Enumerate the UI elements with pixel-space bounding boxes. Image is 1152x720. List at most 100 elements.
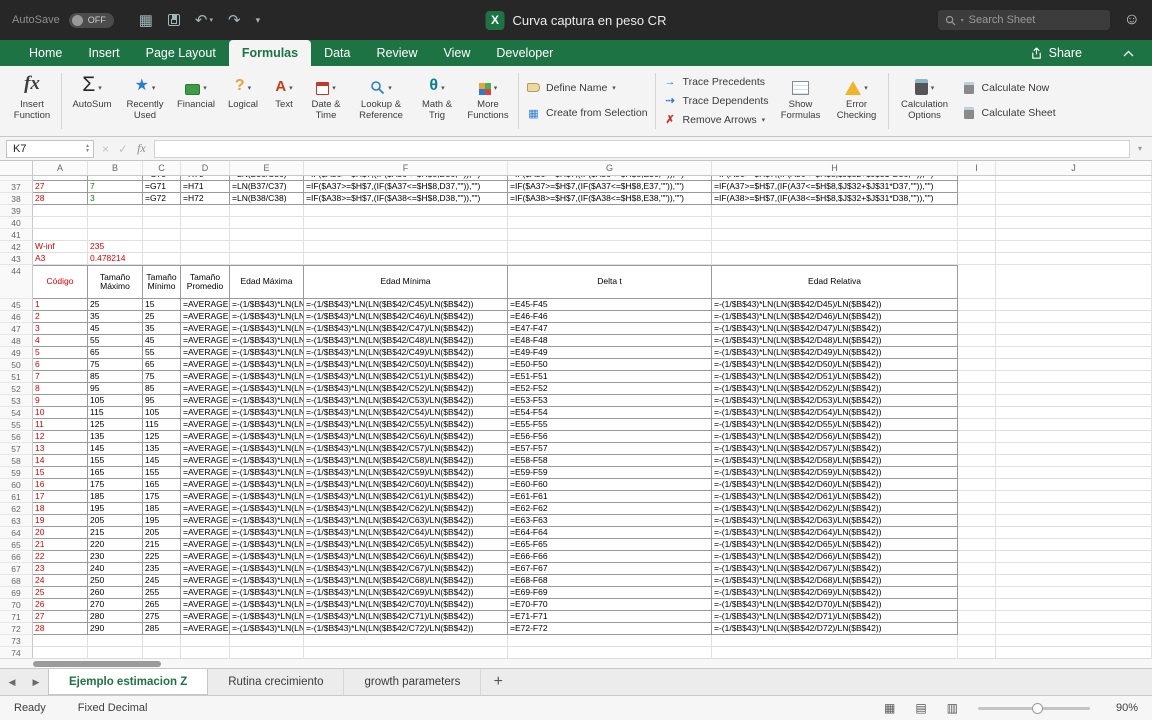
cell-D66[interactable]: =AVERAGE(B66:C66) (181, 551, 230, 563)
cell-B51[interactable]: 85 (88, 371, 143, 383)
cell-I44[interactable] (958, 265, 996, 299)
row-header-72[interactable]: 72 (0, 623, 33, 635)
cell-C54[interactable]: 105 (143, 407, 181, 419)
cell-H68[interactable]: =-(1/$B$43)*LN(LN($B$42/D68)/LN($B$42)) (712, 575, 958, 587)
cell-D41[interactable] (181, 229, 230, 241)
cancel-entry-icon[interactable]: × (102, 142, 109, 156)
sheet-tab-rutina-crecimiento[interactable]: Rutina crecimiento (208, 669, 345, 695)
cell-F46[interactable]: =-(1/$B$43)*LN(LN($B$42/C46)/LN($B$42)) (304, 311, 508, 323)
row-header-58[interactable]: 58 (0, 455, 33, 467)
cell-H58[interactable]: =-(1/$B$43)*LN(LN($B$42/D58)/LN($B$42)) (712, 455, 958, 467)
row-header-69[interactable]: 69 (0, 587, 33, 599)
cell-B73[interactable] (88, 635, 143, 647)
cell-A46[interactable]: 2 (33, 311, 88, 323)
cell-A45[interactable]: 1 (33, 299, 88, 311)
column-header-D[interactable]: D (181, 161, 230, 175)
cell-H37[interactable]: =IF(A37>=$H$7,(IF(A37<=$H$8,$J$32+$J$31*… (712, 181, 958, 193)
cell-E67[interactable]: =-(1/$B$43)*LN(LN($B$42/B67)/LN($B$42)) (230, 563, 304, 575)
cell-B64[interactable]: 215 (88, 527, 143, 539)
page-break-view-icon[interactable]: ▥ (947, 701, 958, 715)
cell-D52[interactable]: =AVERAGE(B52:C52) (181, 383, 230, 395)
tab-review[interactable]: Review (363, 40, 430, 66)
cell-J62[interactable] (996, 503, 1152, 515)
cell-C74[interactable] (143, 647, 181, 658)
cell-H67[interactable]: =-(1/$B$43)*LN(LN($B$42/D67)/LN($B$42)) (712, 563, 958, 575)
cell-I38[interactable] (958, 193, 996, 205)
column-header-G[interactable]: G (508, 161, 712, 175)
cell-D47[interactable]: =AVERAGE(B47:C47) (181, 323, 230, 335)
cell-J65[interactable] (996, 539, 1152, 551)
cell-A67[interactable]: 23 (33, 563, 88, 575)
cell-C56[interactable]: 125 (143, 431, 181, 443)
cell-J43[interactable] (996, 253, 1152, 265)
cell-J64[interactable] (996, 527, 1152, 539)
cell-J45[interactable] (996, 299, 1152, 311)
cell-J58[interactable] (996, 455, 1152, 467)
cell-I54[interactable] (958, 407, 996, 419)
cell-E52[interactable]: =-(1/$B$43)*LN(LN($B$42/B52)/LN($B$42)) (230, 383, 304, 395)
cell-J56[interactable] (996, 431, 1152, 443)
cell-H55[interactable]: =-(1/$B$43)*LN(LN($B$42/D55)/LN($B$42)) (712, 419, 958, 431)
cell-A74[interactable] (33, 647, 88, 658)
cell-G71[interactable]: =E71-F71 (508, 611, 712, 623)
cell-F44[interactable]: Edad Mínima (304, 265, 508, 299)
cell-C67[interactable]: 235 (143, 563, 181, 575)
cell-C38[interactable]: =G72 (143, 193, 181, 205)
cell-J54[interactable] (996, 407, 1152, 419)
cell-E59[interactable]: =-(1/$B$43)*LN(LN($B$42/B59)/LN($B$42)) (230, 467, 304, 479)
redo-button[interactable]: ↷ (228, 13, 241, 28)
error-checking-button[interactable]: ▾ Error Checking (829, 68, 885, 134)
cell-C49[interactable]: 55 (143, 347, 181, 359)
cell-J55[interactable] (996, 419, 1152, 431)
cell-B49[interactable]: 65 (88, 347, 143, 359)
cell-H72[interactable]: =-(1/$B$43)*LN(LN($B$42/D72)/LN($B$42)) (712, 623, 958, 635)
tab-data[interactable]: Data (311, 40, 363, 66)
sheet-tab-ejemplo-estimacion-z[interactable]: Ejemplo estimacion Z (48, 669, 209, 695)
cell-F73[interactable] (304, 635, 508, 647)
cell-B70[interactable]: 270 (88, 599, 143, 611)
cell-I43[interactable] (958, 253, 996, 265)
cell-J72[interactable] (996, 623, 1152, 635)
cell-E37[interactable]: =LN(B37/C37) (230, 181, 304, 193)
cell-H41[interactable] (712, 229, 958, 241)
cell-G45[interactable]: =E45-F45 (508, 299, 712, 311)
row-header-63[interactable]: 63 (0, 515, 33, 527)
cell-E65[interactable]: =-(1/$B$43)*LN(LN($B$42/B65)/LN($B$42)) (230, 539, 304, 551)
cell-H70[interactable]: =-(1/$B$43)*LN(LN($B$42/D70)/LN($B$42)) (712, 599, 958, 611)
expand-formula-bar-icon[interactable]: ▾ (1138, 144, 1146, 153)
cell-J57[interactable] (996, 443, 1152, 455)
cell-F49[interactable]: =-(1/$B$43)*LN(LN($B$42/C49)/LN($B$42)) (304, 347, 508, 359)
cell-J63[interactable] (996, 515, 1152, 527)
cell-B65[interactable]: 220 (88, 539, 143, 551)
cell-C51[interactable]: 75 (143, 371, 181, 383)
lookup-reference-button[interactable]: ▾ Lookup & Reference (349, 68, 413, 134)
cell-E72[interactable]: =-(1/$B$43)*LN(LN($B$42/B72)/LN($B$42)) (230, 623, 304, 635)
cell-A53[interactable]: 9 (33, 395, 88, 407)
cell-I56[interactable] (958, 431, 996, 443)
cell-H66[interactable]: =-(1/$B$43)*LN(LN($B$42/D66)/LN($B$42)) (712, 551, 958, 563)
cell-E45[interactable]: =-(1/$B$43)*LN(LN($B$42/B45)/LN($B$42)) (230, 299, 304, 311)
row-header-53[interactable]: 53 (0, 395, 33, 407)
autosum-button[interactable]: Σ ▾ AutoSum (65, 68, 119, 134)
cell-I67[interactable] (958, 563, 996, 575)
cell-E64[interactable]: =-(1/$B$43)*LN(LN($B$42/B64)/LN($B$42)) (230, 527, 304, 539)
cell-G61[interactable]: =E61-F61 (508, 491, 712, 503)
text-button[interactable]: A ▾ Text (265, 68, 303, 134)
cell-J38[interactable] (996, 193, 1152, 205)
cell-A41[interactable] (33, 229, 88, 241)
cell-B47[interactable]: 45 (88, 323, 143, 335)
row-header-56[interactable]: 56 (0, 431, 33, 443)
cell-F63[interactable]: =-(1/$B$43)*LN(LN($B$42/C63)/LN($B$42)) (304, 515, 508, 527)
row-header-74[interactable]: 74 (0, 647, 33, 658)
cell-C37[interactable]: =G71 (143, 181, 181, 193)
cell-D63[interactable]: =AVERAGE(B63:C63) (181, 515, 230, 527)
cell-C48[interactable]: 45 (143, 335, 181, 347)
cell-I69[interactable] (958, 587, 996, 599)
cell-A54[interactable]: 10 (33, 407, 88, 419)
cell-B71[interactable]: 280 (88, 611, 143, 623)
cell-G64[interactable]: =E64-F64 (508, 527, 712, 539)
cell-C40[interactable] (143, 217, 181, 229)
cell-C68[interactable]: 245 (143, 575, 181, 587)
cell-F58[interactable]: =-(1/$B$43)*LN(LN($B$42/C58)/LN($B$42)) (304, 455, 508, 467)
create-from-selection-button[interactable]: ▦ Create from Selection (526, 107, 647, 120)
